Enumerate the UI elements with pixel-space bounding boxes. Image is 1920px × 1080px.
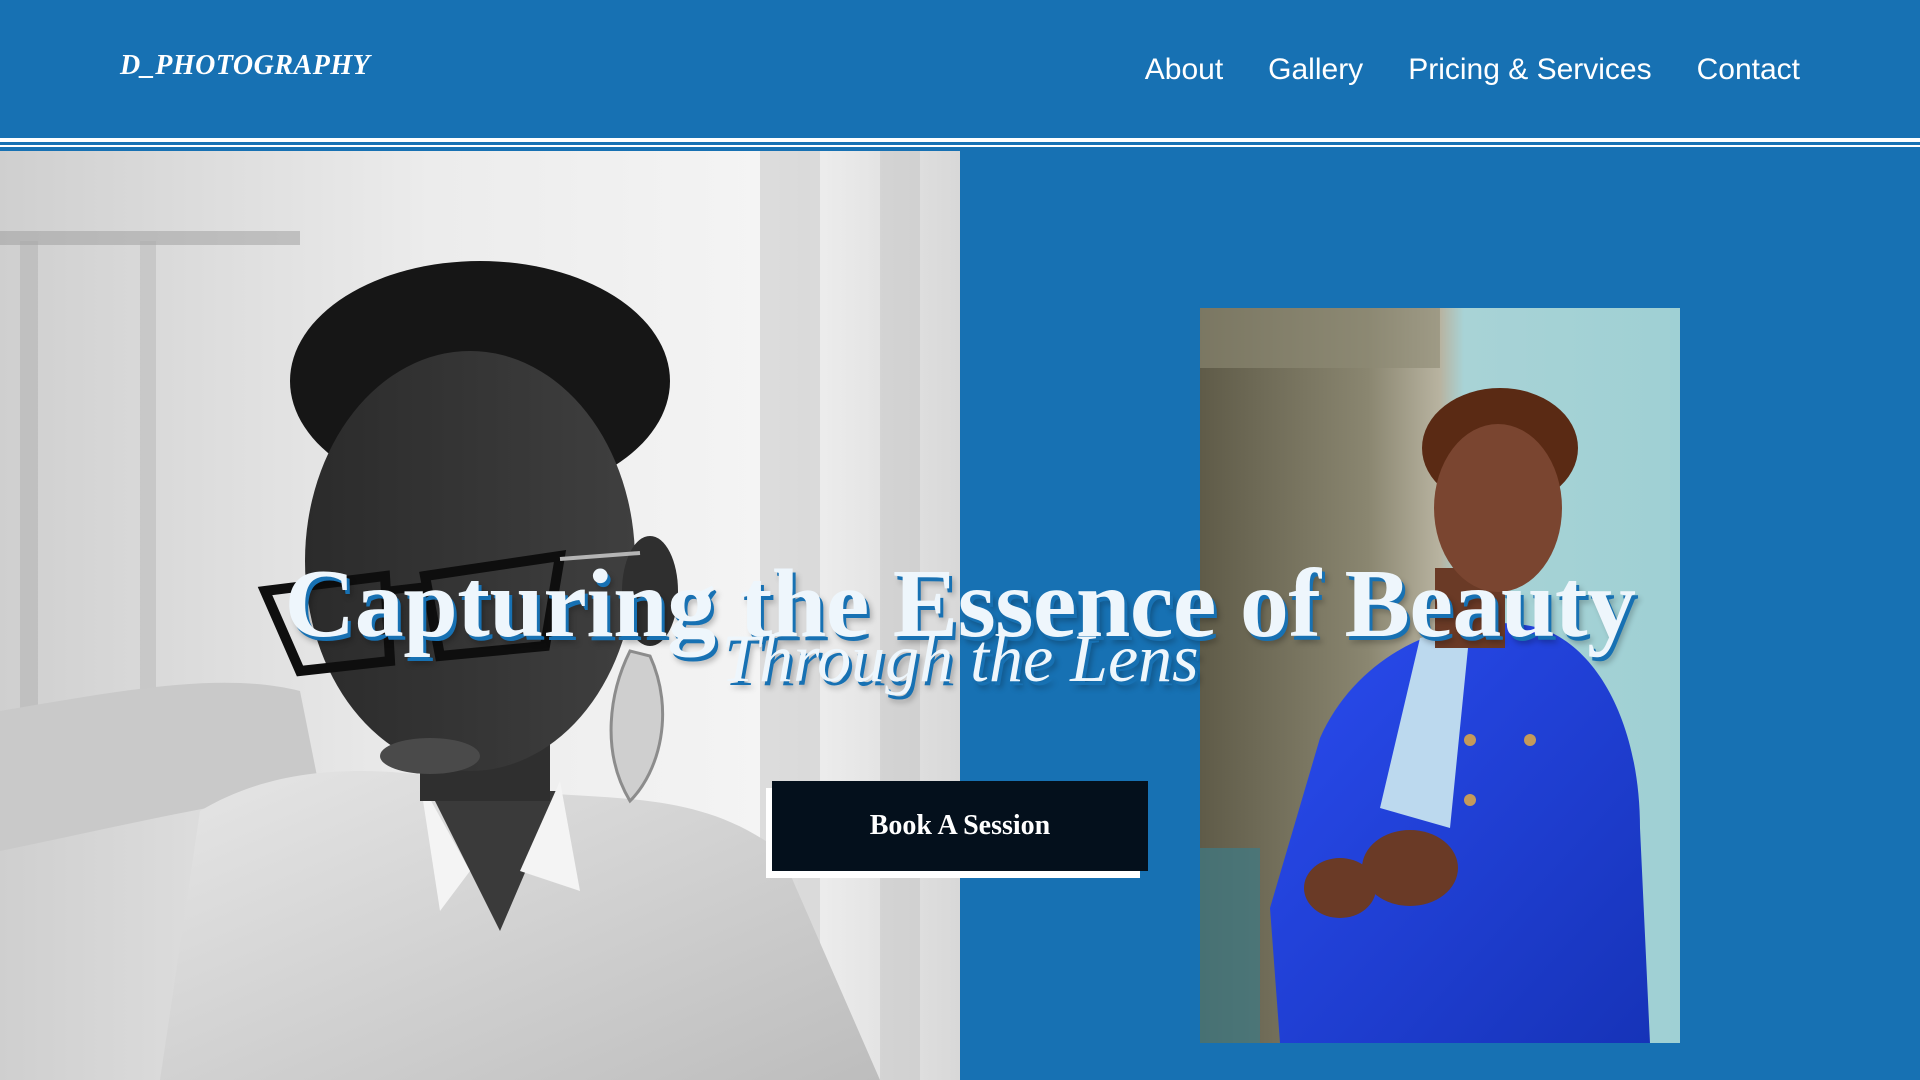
nav-link-about[interactable]: About [1145, 51, 1223, 89]
brand-logo[interactable]: D_PHOTOGRAPHY [120, 50, 370, 82]
hero-subheadline: Through the Lens [721, 620, 1199, 696]
book-session-button[interactable]: Book A Session [772, 781, 1148, 871]
site-header: D_PHOTOGRAPHY About Gallery Pricing & Se… [0, 0, 1920, 139]
nav-link-pricing-services[interactable]: Pricing & Services [1408, 51, 1651, 89]
nav-link-contact[interactable]: Contact [1697, 51, 1800, 89]
page: D_PHOTOGRAPHY About Gallery Pricing & Se… [0, 0, 1920, 1080]
header-divider-thin [0, 145, 1920, 147]
nav-link-gallery[interactable]: Gallery [1268, 51, 1363, 89]
header-divider-thick [0, 138, 1920, 142]
main-nav: About Gallery Pricing & Services Contact [1145, 51, 1800, 89]
